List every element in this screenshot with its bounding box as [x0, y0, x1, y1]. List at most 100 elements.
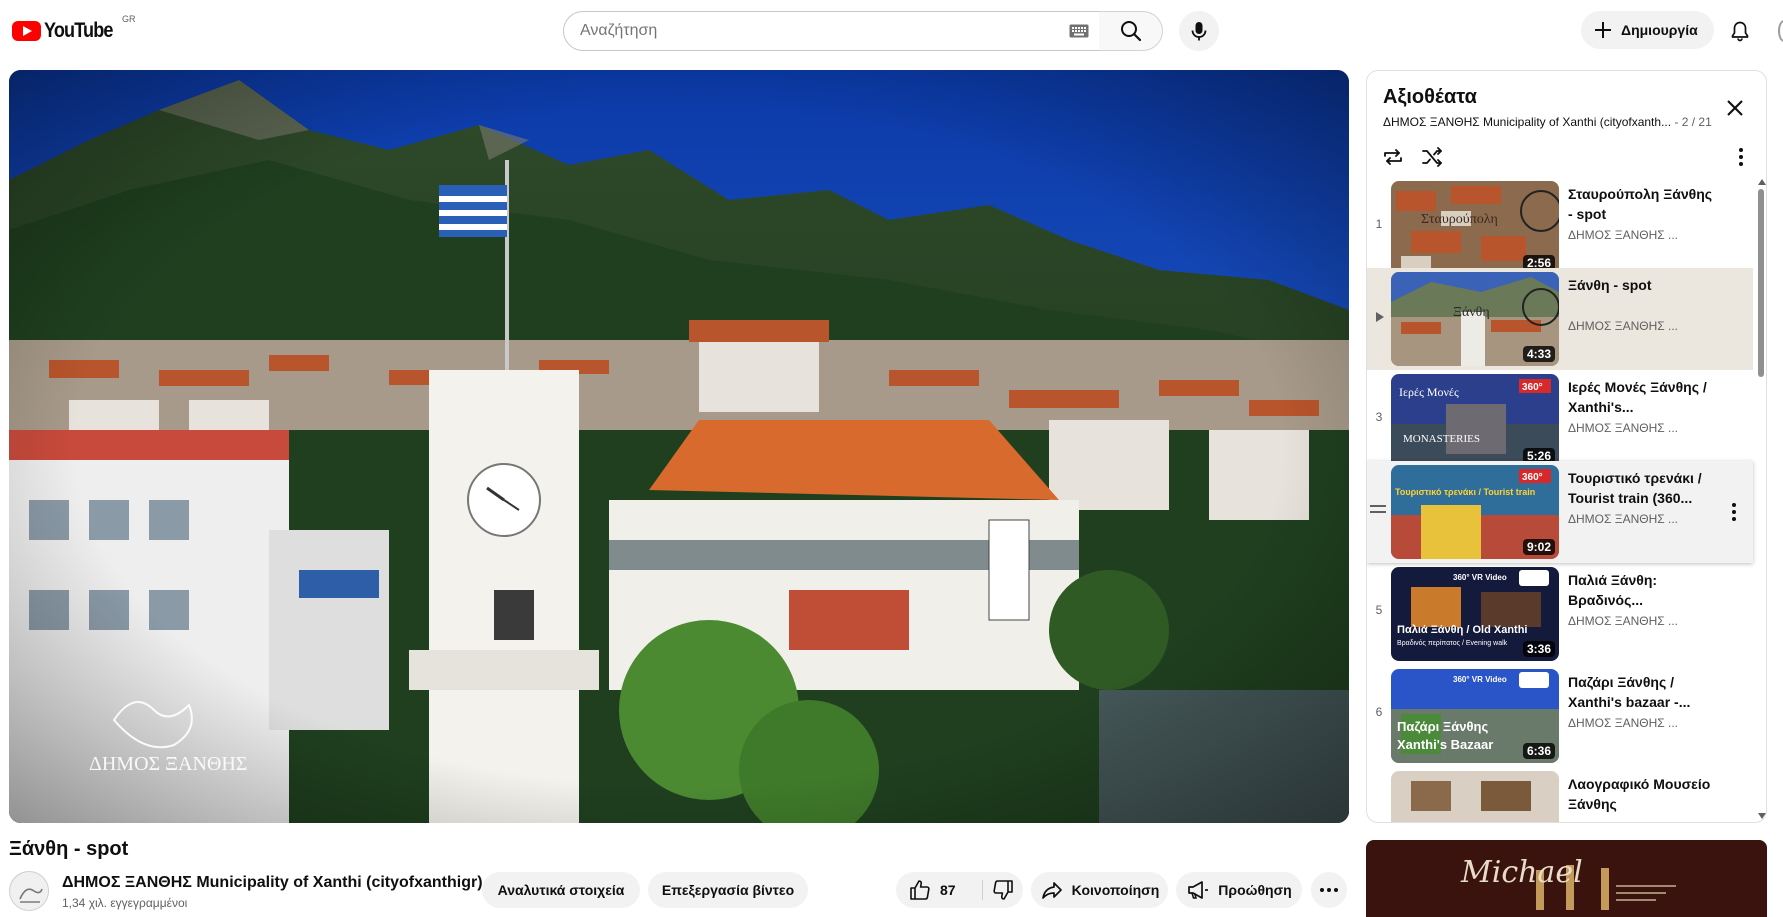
channel-avatar[interactable] — [9, 871, 49, 911]
playlist-item-channel: ΔΗΜΟΣ ΞΑΝΘΗΣ ... — [1568, 421, 1678, 435]
playlist-item-title[interactable]: Σταυρούπολη Ξάνθης - spot — [1568, 184, 1713, 224]
edit-video-button[interactable]: Επεξεργασία βίντεο — [648, 872, 808, 908]
playlist-item-thumbnail[interactable]: 360° VR Video Παλιά Ξάνθη / Old Xanthi Β… — [1391, 567, 1559, 661]
playlist-item-title[interactable]: Ιερές Μονές Ξάνθης / Xanthi's... — [1568, 377, 1713, 417]
analytics-button[interactable]: Αναλυτικά στοιχεία — [482, 872, 640, 908]
share-button[interactable]: Κοινοποίηση — [1031, 872, 1168, 908]
scroll-up-arrow-icon[interactable] — [1758, 179, 1766, 185]
svg-text:Σταυρούπολη: Σταυρούπολη — [1421, 212, 1498, 227]
search-button[interactable] — [1099, 11, 1163, 51]
playlist-item-index: 6 — [1375, 705, 1383, 719]
share-icon — [1040, 878, 1064, 902]
playlist-item-hovered[interactable]: 360° Τουριστικό τρενάκι / Tourist train … — [1367, 461, 1753, 563]
playlist-item[interactable]: Λαογραφικό Μουσείο Ξάνθης — [1367, 767, 1753, 822]
svg-text:360° VR Video: 360° VR Video — [1453, 573, 1507, 582]
youtube-play-icon — [12, 21, 41, 41]
playlist-item-title[interactable]: Λαογραφικό Μουσείο Ξάνθης — [1568, 774, 1713, 814]
playlist-panel: Αξιοθέατα ΔΗΜΟΣ ΞΑΝΘΗΣ Municipality of X… — [1366, 70, 1767, 823]
scroll-down-arrow-icon[interactable] — [1758, 813, 1766, 819]
playlist-item-thumbnail[interactable] — [1391, 771, 1559, 822]
playlist-item-thumbnail[interactable]: Σταυρούπολη 2:56 — [1391, 181, 1559, 275]
search-input[interactable] — [580, 12, 1050, 50]
promote-button[interactable]: Προώθηση — [1176, 872, 1302, 908]
more-actions-button[interactable] — [1311, 872, 1347, 908]
item-menu-button[interactable] — [1722, 494, 1746, 530]
playlist-item-thumbnail[interactable]: 360° Τουριστικό τρενάκι / Tourist train … — [1391, 465, 1559, 559]
subscriber-count: 1,34 χιλ. εγγεγραμμένοι — [62, 896, 188, 910]
youtube-logo[interactable]: YouTube GR — [12, 14, 136, 43]
playlist-item-channel: ΔΗΜΟΣ ΞΑΝΘΗΣ ... — [1568, 512, 1678, 526]
account-avatar[interactable] — [1778, 20, 1783, 42]
notifications-button[interactable] — [1720, 11, 1760, 51]
playlist-item-thumbnail[interactable]: 360° Ιερές Μονές MONASTERIES 5:26 — [1391, 374, 1559, 468]
share-label: Κοινοποίηση — [1071, 882, 1160, 898]
scrollbar-thumb[interactable] — [1758, 189, 1764, 377]
svg-text:360° VR Video: 360° VR Video — [1453, 675, 1507, 684]
plus-icon — [1591, 18, 1615, 42]
voice-search-button[interactable] — [1179, 11, 1219, 51]
channel-name[interactable]: ΔΗΜΟΣ ΞΑΝΘΗΣ Municipality of Xanthi (cit… — [62, 874, 483, 892]
megaphone-icon — [1186, 878, 1210, 902]
playlist-item[interactable]: 5 360° VR Video Παλιά Ξάνθη / Old Xanthi… — [1367, 563, 1753, 665]
video-player[interactable]: ΔΗΜΟΣ ΞΑΝΘΗΣ — [9, 70, 1349, 823]
playlist-item-channel: ΔΗΜΟΣ ΞΑΝΘΗΣ ... — [1568, 614, 1678, 628]
more-horizontal-icon — [1317, 878, 1341, 902]
playlist-item-thumbnail[interactable]: 360° VR Video Παζάρι Ξάνθης Xanthi's Baz… — [1391, 669, 1559, 763]
create-label: Δημιουργία — [1621, 22, 1698, 38]
bell-icon — [1728, 19, 1752, 43]
thumbs-down-icon — [991, 878, 1015, 902]
svg-text:Βραδινός περίπατος / Evening w: Βραδινός περίπατος / Evening walk — [1397, 639, 1508, 647]
shuffle-icon — [1420, 145, 1444, 169]
playlist-item-index: 5 — [1375, 603, 1383, 617]
more-vertical-icon — [1729, 145, 1753, 169]
ad-logo-text: Michael — [1460, 855, 1583, 890]
search-box — [563, 11, 1100, 51]
playlist-channel[interactable]: ΔΗΜΟΣ ΞΑΝΘΗΣ Municipality of Xanthi (cit… — [1383, 115, 1671, 129]
svg-text:360°: 360° — [1522, 472, 1543, 483]
playlist-subtitle: ΔΗΜΟΣ ΞΑΝΘΗΣ Municipality of Xanthi (cit… — [1383, 115, 1713, 129]
promote-label: Προώθηση — [1218, 882, 1292, 898]
country-code: GR — [122, 14, 136, 24]
svg-text:Παλιά Ξάνθη / Old Xanthi: Παλιά Ξάνθη / Old Xanthi — [1397, 624, 1528, 636]
playlist-items[interactable]: 1 Σταυρούπολη 2:56 Σταυρούπολη Ξάνθης - … — [1367, 177, 1757, 822]
playlist-item-thumbnail[interactable]: Ξάνθη 4:33 — [1391, 272, 1559, 366]
create-button[interactable]: Δημιουργία — [1581, 11, 1714, 49]
playlist-item[interactable]: 3 360° Ιερές Μονές MONASTERIES 5:26 Ιερέ… — [1367, 370, 1753, 472]
playlist-item-title[interactable]: Παλιά Ξάνθη: Βραδινός... — [1568, 570, 1713, 610]
playlist-item-index: 1 — [1375, 217, 1383, 231]
playlist-item-title[interactable]: Παζάρι Ξάνθης / Xanthi's bazaar -... — [1568, 672, 1713, 712]
loop-icon — [1381, 145, 1405, 169]
playlist-item-current[interactable]: Ξάνθη 4:33 Ξάνθη - spot ΔΗΜΟΣ ΞΑΝΘΗΣ ... — [1367, 268, 1753, 370]
microphone-icon — [1187, 19, 1211, 43]
playlist-item-channel: ΔΗΜΟΣ ΞΑΝΘΗΣ ... — [1568, 319, 1678, 333]
analytics-label: Αναλυτικά στοιχεία — [497, 882, 625, 898]
dislike-button[interactable] — [983, 872, 1023, 908]
loop-playlist-button[interactable] — [1375, 139, 1411, 175]
duration-badge: 4:33 — [1522, 346, 1555, 362]
playlist-scrollbar[interactable] — [1755, 177, 1766, 822]
playlist-item-title[interactable]: Ξάνθη - spot — [1568, 275, 1713, 295]
more-vertical-icon — [1722, 500, 1746, 524]
duration-badge: 3:36 — [1522, 641, 1555, 657]
svg-text:MONASTERIES: MONASTERIES — [1403, 433, 1480, 445]
svg-text:Xanthi's Bazaar: Xanthi's Bazaar — [1397, 737, 1493, 752]
playlist-item-channel: ΔΗΜΟΣ ΞΑΝΘΗΣ ... — [1568, 716, 1678, 730]
playlist-item-title[interactable]: Τουριστικό τρενάκι / Tourist train (360.… — [1568, 468, 1713, 508]
playlist-item[interactable]: 1 Σταυρούπολη 2:56 Σταυρούπολη Ξάνθης - … — [1367, 177, 1753, 279]
playlist-menu-button[interactable] — [1723, 139, 1759, 175]
ad-banner[interactable]: Michael — [1366, 840, 1767, 917]
playlist-position: - 2 / 21 — [1674, 115, 1712, 129]
watermark-text: ΔΗΜΟΣ ΞΑΝΘΗΣ — [89, 753, 247, 775]
svg-text:Τουριστικό τρενάκι / Tourist t: Τουριστικό τρενάκι / Tourist train — [1395, 487, 1535, 497]
svg-text:360°: 360° — [1522, 382, 1543, 393]
playlist-item-index: 3 — [1375, 410, 1383, 424]
keyboard-icon[interactable] — [1069, 24, 1089, 38]
shuffle-playlist-button[interactable] — [1414, 139, 1450, 175]
like-button[interactable]: 87 — [896, 872, 982, 908]
playlist-item[interactable]: 6 360° VR Video Παζάρι Ξάνθης Xanthi's B… — [1367, 665, 1753, 767]
video-frame: ΔΗΜΟΣ ΞΑΝΘΗΣ — [9, 70, 1349, 823]
close-playlist-button[interactable] — [1717, 90, 1753, 126]
playlist-title[interactable]: Αξιοθέατα — [1383, 86, 1477, 109]
drag-handle-icon[interactable] — [1370, 505, 1386, 517]
like-count: 87 — [940, 882, 956, 898]
